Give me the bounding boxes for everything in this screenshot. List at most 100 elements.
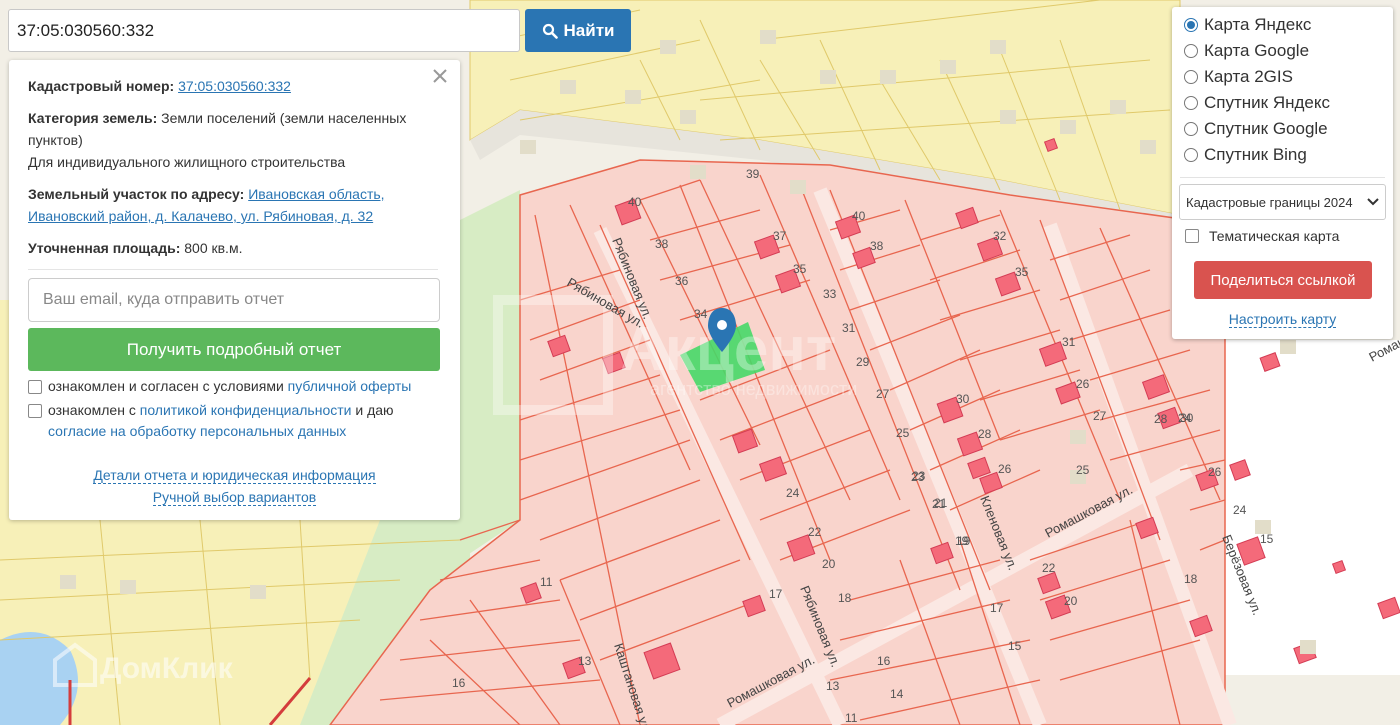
layer-radio[interactable] bbox=[1184, 70, 1198, 84]
plot-number: 38 bbox=[870, 239, 884, 253]
plot-number: 23 bbox=[912, 469, 926, 483]
personal-data-consent-link[interactable]: согласие на обработку персональных данны… bbox=[48, 423, 346, 439]
plot-number: 40 bbox=[628, 195, 642, 209]
plot-number: 13 bbox=[578, 654, 592, 668]
privacy-policy-link[interactable]: политикой конфиденциальности bbox=[140, 402, 352, 418]
map-layers-panel: Карта Яндекс Карта Google Карта 2GIS Спутни… bbox=[1172, 7, 1393, 339]
layer-option-label: Карта Google bbox=[1204, 41, 1310, 60]
layer-radio[interactable] bbox=[1184, 18, 1198, 32]
plot-number: 28 bbox=[1154, 412, 1168, 426]
layer-option[interactable]: Карта 2GIS bbox=[1184, 66, 1293, 88]
divider bbox=[1180, 177, 1385, 178]
report-links: Детали отчета и юридическая информация Р… bbox=[9, 464, 460, 508]
cadastral-search-input[interactable] bbox=[8, 9, 520, 52]
plot-number: 22 bbox=[1042, 561, 1056, 575]
layer-option[interactable]: Карта Google bbox=[1184, 40, 1309, 62]
setup-map-link[interactable]: Настроить карту bbox=[1228, 311, 1337, 328]
layer-radio[interactable] bbox=[1184, 96, 1198, 110]
plot-number: 33 bbox=[823, 287, 837, 301]
offer-consent-text: ознакомлен и согласен с условиями публич… bbox=[48, 376, 411, 397]
layer-option-label: Спутник Яндекс bbox=[1204, 93, 1330, 112]
area-value: 800 кв.м. bbox=[184, 240, 243, 256]
thematic-map-label: Тематическая карта bbox=[1209, 228, 1340, 244]
plot-number: 27 bbox=[876, 387, 890, 401]
thematic-map-checkbox[interactable] bbox=[1185, 229, 1199, 243]
search-icon bbox=[542, 23, 558, 39]
plot-number: 17 bbox=[769, 587, 783, 601]
plot-number: 11 bbox=[845, 711, 858, 725]
privacy-consent-prefix: ознакомлен с bbox=[48, 402, 136, 418]
setup-map: Настроить карту bbox=[1172, 311, 1393, 328]
cadastral-number-link[interactable]: 37:05:030560:332 bbox=[178, 78, 291, 94]
address-row: Земельный участок по адресу: Ивановская … bbox=[28, 183, 438, 227]
plot-number: 14 bbox=[890, 687, 904, 701]
area-row: Уточненная площадь: 800 кв.м. bbox=[28, 237, 438, 259]
plot-number: 15 bbox=[1260, 532, 1274, 546]
plot-number: 19 bbox=[955, 534, 969, 548]
get-report-button[interactable]: Получить подробный отчет bbox=[28, 328, 440, 371]
layer-option[interactable]: Спутник Google bbox=[1184, 118, 1328, 140]
plot-number: 34 bbox=[694, 307, 708, 321]
plot-number: 37 bbox=[773, 229, 787, 243]
plot-number: 26 bbox=[1076, 377, 1090, 391]
public-offer-link[interactable]: публичной оферты bbox=[288, 378, 412, 394]
layer-option-label: Карта Яндекс bbox=[1204, 15, 1312, 34]
layer-option[interactable]: Спутник Яндекс bbox=[1184, 92, 1330, 114]
share-link-button[interactable]: Поделиться ссылкой bbox=[1194, 261, 1372, 299]
plot-number: 21 bbox=[932, 497, 946, 511]
plot-number: 27 bbox=[1093, 409, 1107, 423]
plot-number: 13 bbox=[826, 679, 840, 693]
plot-number: 17 bbox=[990, 601, 1004, 615]
plot-number: 22 bbox=[808, 525, 822, 539]
layer-radio[interactable] bbox=[1184, 122, 1198, 136]
plot-number: 26 bbox=[1208, 465, 1222, 479]
offer-consent-row: ознакомлен и согласен с условиями публич… bbox=[28, 376, 438, 397]
plot-number: 31 bbox=[1062, 335, 1076, 349]
plot-number: 28 bbox=[978, 427, 992, 441]
layer-option-label: Карта 2GIS bbox=[1204, 67, 1293, 86]
search-button-label: Найти bbox=[563, 20, 615, 40]
offer-consent-prefix: ознакомлен и согласен с условиями bbox=[48, 378, 284, 394]
watermark-sub: агентство недвижимости bbox=[650, 379, 857, 399]
search-button[interactable]: Найти bbox=[525, 9, 631, 52]
email-field[interactable] bbox=[28, 278, 440, 322]
layer-option[interactable]: Спутник Bing bbox=[1184, 144, 1307, 166]
plot-number: 35 bbox=[793, 262, 807, 276]
plot-number: 20 bbox=[822, 557, 836, 571]
layer-radio[interactable] bbox=[1184, 148, 1198, 162]
watermark-domclick: ДомКлик bbox=[100, 652, 234, 685]
layer-radio[interactable] bbox=[1184, 44, 1198, 58]
plot-number: 26 bbox=[998, 462, 1012, 476]
plot-number: 18 bbox=[1184, 572, 1198, 586]
plot-number: 40 bbox=[852, 209, 866, 223]
plot-number: 29 bbox=[856, 355, 870, 369]
plot-number: 30 bbox=[1180, 411, 1194, 425]
plot-number: 11 bbox=[540, 575, 553, 589]
report-details-link[interactable]: Детали отчета и юридическая информация bbox=[93, 467, 376, 484]
layer-option[interactable]: Карта Яндекс bbox=[1184, 14, 1311, 36]
thematic-map-row[interactable]: Тематическая карта bbox=[1185, 228, 1339, 244]
plot-number: 25 bbox=[1076, 463, 1090, 477]
plot-number: 30 bbox=[956, 392, 970, 406]
cadastral-label: Кадастровый номер: bbox=[28, 78, 175, 94]
divider bbox=[28, 269, 438, 270]
plot-number: 25 bbox=[896, 426, 910, 440]
layer-option-label: Спутник Google bbox=[1204, 119, 1328, 138]
plot-info-panel: Кадастровый номер: 37:05:030560:332 Кате… bbox=[9, 60, 460, 520]
category-row: Категория земель: Земли поселений (земли… bbox=[28, 107, 438, 173]
boundaries-select[interactable]: Кадастровые границы 2024 bbox=[1179, 184, 1386, 220]
plot-number: 24 bbox=[786, 486, 800, 500]
plot-number: 18 bbox=[838, 591, 852, 605]
offer-checkbox[interactable] bbox=[28, 380, 42, 394]
category-use: Для индивидуального жилищного строительс… bbox=[28, 154, 346, 170]
plot-number: 16 bbox=[877, 654, 891, 668]
plot-number: 36 bbox=[675, 274, 689, 288]
plot-number: 20 bbox=[1064, 594, 1078, 608]
boundaries-select-value: Кадастровые границы 2024 bbox=[1186, 194, 1353, 210]
chevron-down-icon bbox=[1367, 198, 1379, 206]
manual-selection-link[interactable]: Ручной выбор вариантов bbox=[152, 489, 317, 506]
privacy-consent-row: ознакомлен с политикой конфиденциальност… bbox=[28, 400, 438, 442]
plot-number: 16 bbox=[452, 676, 466, 690]
privacy-checkbox[interactable] bbox=[28, 404, 42, 418]
plot-number: 15 bbox=[1008, 639, 1022, 653]
